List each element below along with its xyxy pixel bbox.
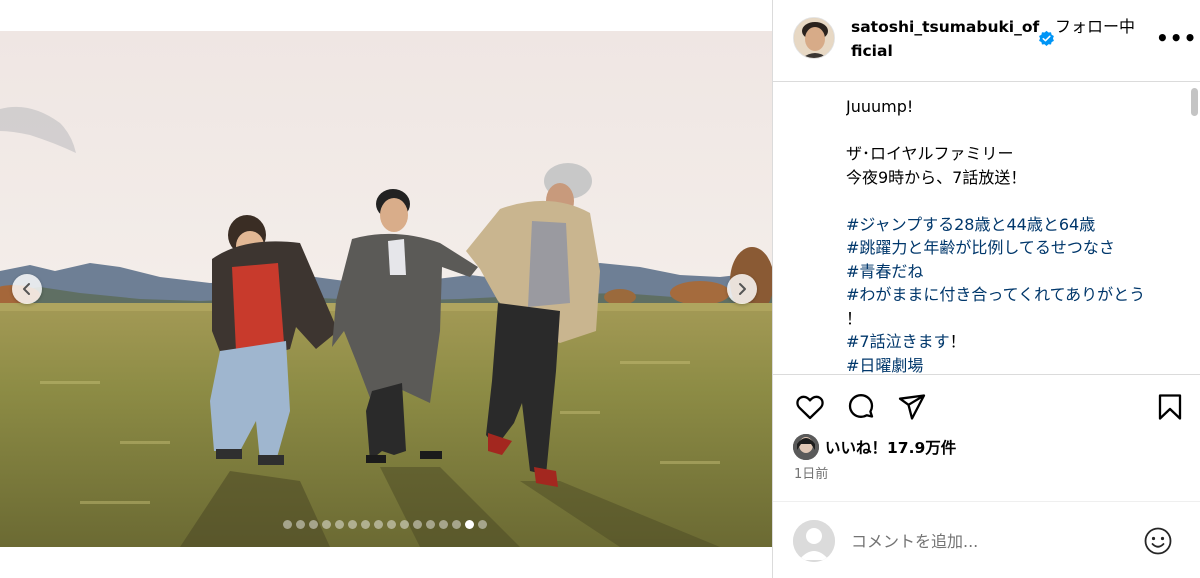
likes-summary[interactable]: いいね！17.9万件: [793, 434, 956, 460]
liker-avatar-image: [793, 434, 819, 460]
comment-input[interactable]: [851, 528, 1131, 554]
smiley-icon[interactable]: [1143, 526, 1173, 556]
caption-text: ザ･ロイヤルファミリー: [846, 144, 1014, 163]
next-slide-button[interactable]: [727, 274, 757, 304]
caption-text-line: ザ･ロイヤルファミリー: [846, 142, 1186, 166]
action-bar: [773, 390, 1200, 430]
carousel-dot: [478, 520, 487, 529]
post-photo: [0, 31, 772, 547]
carousel-dot: [361, 520, 370, 529]
carousel-dot: [322, 520, 331, 529]
previous-slide-button[interactable]: [12, 274, 42, 304]
more-options-button[interactable]: •••: [1156, 26, 1197, 50]
likes-count[interactable]: いいね！17.9万件: [825, 436, 956, 458]
carousel-dot: [283, 520, 292, 529]
instagram-post-view: satoshi_tsumabuki_official フォロー中 ••• Juu…: [0, 0, 1200, 578]
carousel-dot: [413, 520, 422, 529]
caption-hashtag-line: #青春だね: [846, 260, 1186, 284]
carousel-dot: [335, 520, 344, 529]
post-media[interactable]: [0, 31, 772, 547]
default-avatar-icon: [793, 520, 835, 562]
carousel-dot: [426, 520, 435, 529]
heart-icon: [796, 395, 824, 420]
following-button[interactable]: フォロー中: [1055, 15, 1135, 39]
comment-divider: [773, 501, 1200, 502]
carousel-dot: [374, 520, 383, 529]
comment-composer: [773, 515, 1200, 567]
post-caption: Juuump! ザ･ロイヤルファミリー 今夜9時から、7話放送！ #ジャンプする28歳…: [846, 95, 1186, 375]
chevron-right-icon: [739, 283, 746, 295]
hashtag-link[interactable]: #ジャンプする28歳と44歳と64歳: [846, 215, 1095, 234]
post-timestamp[interactable]: 1日前: [794, 463, 828, 482]
avatar-image: [794, 18, 834, 58]
carousel-dot: [296, 520, 305, 529]
post-header: satoshi_tsumabuki_official フォロー中 •••: [773, 0, 1200, 81]
caption-divider: [773, 374, 1200, 375]
hashtag-link[interactable]: #7話泣きます: [846, 332, 950, 351]
comment-icon: [848, 394, 874, 418]
ellipsis-icon: •••: [1156, 26, 1198, 50]
carousel-indicator: [283, 520, 487, 529]
carousel-dot: [387, 520, 396, 529]
carousel-dot: [348, 520, 357, 529]
carousel-dot: [309, 520, 318, 529]
bookmark-icon: [1158, 394, 1182, 420]
hashtag-link[interactable]: #日曜劇場: [846, 356, 923, 375]
like-button[interactable]: [793, 390, 827, 424]
caption-suffix: ！: [949, 332, 966, 351]
share-button[interactable]: [895, 390, 929, 424]
carousel-dot: [452, 520, 461, 529]
caption-text: 今夜9時から、7話放送！: [846, 167, 1027, 187]
caption-hashtag-line: #7話泣きます！: [846, 330, 1186, 354]
caption-hashtag-line: #日曜劇場: [846, 354, 1186, 376]
caption-hashtag-line: #わがままに付き合ってくれてありがとう: [846, 283, 1186, 307]
caption-hashtag-line: #ジャンプする28歳と44歳と64歳: [846, 213, 1186, 237]
header-divider: [773, 81, 1200, 82]
caption-text-line: 今夜9時から、7話放送！: [846, 166, 1186, 190]
caption-text-line: ！: [846, 307, 1186, 331]
post-side-panel: satoshi_tsumabuki_official フォロー中 ••• Juu…: [773, 0, 1200, 578]
liker-avatar: [793, 434, 819, 460]
verified-badge-icon: [1039, 30, 1054, 46]
caption-hashtag-line: #跳躍力と年齢が比例してるせつなさ: [846, 236, 1186, 260]
caption-text: ！: [846, 308, 863, 328]
chevron-left-icon: [23, 283, 30, 295]
share-icon: [898, 394, 926, 420]
hashtag-link[interactable]: #青春だね: [846, 262, 923, 281]
hashtag-link[interactable]: #跳躍力と年齢が比例してるせつなさ: [846, 238, 1115, 257]
hashtag-link[interactable]: #わがままに付き合ってくれてありがとう: [846, 285, 1145, 304]
carousel-dot: [465, 520, 474, 529]
carousel-dot: [439, 520, 448, 529]
save-button[interactable]: [1153, 390, 1187, 424]
author-username[interactable]: satoshi_tsumabuki_official: [851, 15, 1041, 63]
current-user-avatar: [793, 520, 835, 562]
caption-text-line: Juuump!: [846, 95, 1186, 119]
caption-scrollbar[interactable]: [1191, 88, 1198, 116]
carousel-dot: [400, 520, 409, 529]
author-avatar[interactable]: [793, 17, 835, 59]
comment-button[interactable]: [844, 390, 878, 424]
caption-text: Juuump!: [846, 97, 914, 116]
